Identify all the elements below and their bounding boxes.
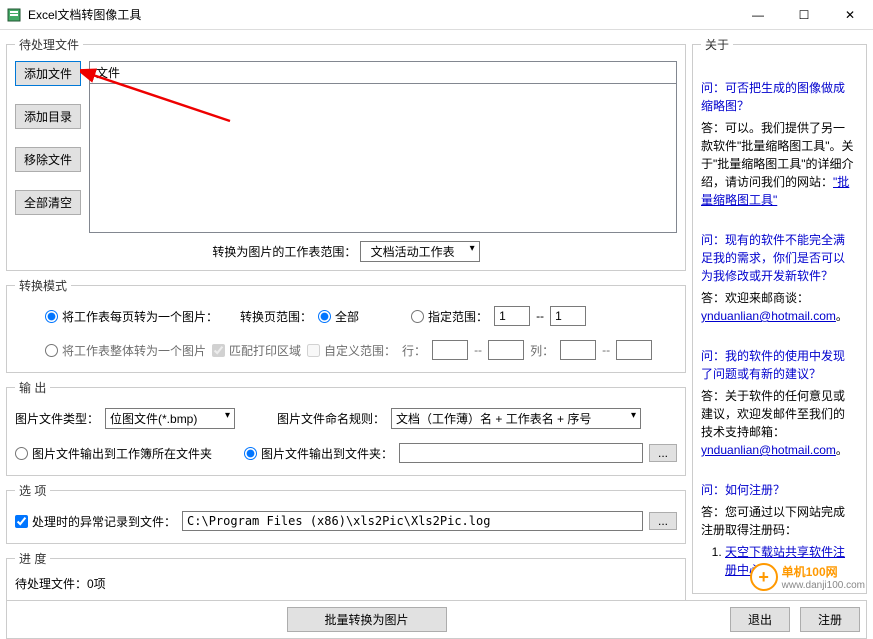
custom-range-checkbox: 自定义范围：: [307, 342, 396, 359]
minimize-button[interactable]: —: [735, 0, 781, 30]
page-range-radio[interactable]: 指定范围：: [411, 308, 488, 325]
log-path-input[interactable]: [182, 511, 643, 531]
page-from-input[interactable]: [494, 306, 530, 326]
output-folder-input[interactable]: [399, 443, 643, 463]
naming-label: 图片文件命名规则：: [277, 410, 385, 427]
type-label: 图片文件类型：: [15, 410, 99, 427]
naming-select[interactable]: 文档（工作薄）名 + 工作表名 + 序号: [391, 408, 641, 429]
log-checkbox[interactable]: 处理时的异常记录到文件：: [15, 513, 176, 530]
type-select[interactable]: 位图文件(*.bmp): [105, 408, 235, 429]
add-dir-button[interactable]: 添加目录: [15, 104, 81, 129]
browse-log-button[interactable]: ...: [649, 512, 677, 530]
about-q1: 问：可否把生成的图像做成缩略图？: [701, 79, 854, 115]
about-legend: 关于: [701, 36, 733, 53]
app-icon: [6, 7, 22, 23]
output-legend: 输 出: [15, 379, 50, 396]
page-all-radio[interactable]: 全部: [318, 308, 359, 325]
about-group: 关于 问：可否把生成的图像做成缩略图？ 答：可以。我们提供了另一款软件"批量缩略…: [692, 36, 867, 594]
about-q2: 问：现有的软件不能完全满足我的需求，你们是否可以为我修改或开发新软件？: [701, 231, 854, 285]
pending-legend: 待处理文件: [15, 36, 83, 53]
register-button[interactable]: 注册: [800, 607, 860, 632]
progress-legend: 进 度: [15, 550, 50, 567]
watermark: + 单机100网 www.danji100.com: [750, 563, 865, 591]
row-to-input: [488, 340, 524, 360]
about-content[interactable]: 问：可否把生成的图像做成缩略图？ 答：可以。我们提供了另一款软件"批量缩略图工具…: [701, 61, 858, 591]
sheet-range-label: 转换为图片的工作表范围：: [212, 245, 356, 259]
progress-group: 进 度 待处理文件：0项: [6, 550, 686, 601]
browse-output-button[interactable]: ...: [649, 444, 677, 462]
watermark-logo-icon: +: [750, 563, 778, 591]
match-print-checkbox: 匹配打印区域: [212, 342, 301, 359]
output-workbook-dir-radio[interactable]: 图片文件输出到工作簿所在文件夹: [15, 445, 212, 462]
window-title: Excel文档转图像工具: [28, 6, 735, 23]
maximize-button[interactable]: ☐: [781, 0, 827, 30]
progress-text: 待处理文件：0项: [15, 575, 677, 592]
about-q4: 问：如何注册？: [701, 481, 854, 499]
close-button[interactable]: ✕: [827, 0, 873, 30]
clear-all-button[interactable]: 全部清空: [15, 190, 81, 215]
exit-button[interactable]: 退出: [730, 607, 790, 632]
filelist-header[interactable]: 文件: [89, 61, 677, 83]
whole-sheet-radio[interactable]: 将工作表整体转为一个图片: [45, 342, 206, 359]
batch-convert-button[interactable]: 批量转换为图片: [287, 607, 447, 632]
mode-legend: 转换模式: [15, 277, 71, 294]
sheet-range-select[interactable]: 文档活动工作表: [360, 241, 480, 262]
options-group: 选 项 处理时的异常记录到文件： ...: [6, 482, 686, 544]
file-list[interactable]: [89, 83, 677, 233]
row-from-input: [432, 340, 468, 360]
email-link-1[interactable]: ynduanlian@hotmail.com: [701, 309, 836, 323]
convert-mode-group: 转换模式 将工作表每页转为一个图片： 转换页范围： 全部 指定范围： -- 将工…: [6, 277, 686, 373]
email-link-2[interactable]: ynduanlian@hotmail.com: [701, 443, 836, 457]
page-range-label: 转换页范围：: [240, 308, 312, 325]
pending-files-group: 待处理文件 添加文件 添加目录 移除文件 全部清空 文件 转换为图片的工作表范围…: [6, 36, 686, 271]
col-from-input: [560, 340, 596, 360]
add-file-button[interactable]: 添加文件: [15, 61, 81, 86]
col-to-input: [616, 340, 652, 360]
output-group: 输 出 图片文件类型： 位图文件(*.bmp) 图片文件命名规则： 文档（工作薄…: [6, 379, 686, 476]
page-to-input[interactable]: [550, 306, 586, 326]
about-q3: 问：我的软件的使用中发现了问题或有新的建议？: [701, 347, 854, 383]
remove-file-button[interactable]: 移除文件: [15, 147, 81, 172]
each-page-radio[interactable]: 将工作表每页转为一个图片：: [45, 308, 218, 325]
output-folder-radio[interactable]: 图片文件输出到文件夹：: [244, 445, 393, 462]
options-legend: 选 项: [15, 482, 50, 499]
